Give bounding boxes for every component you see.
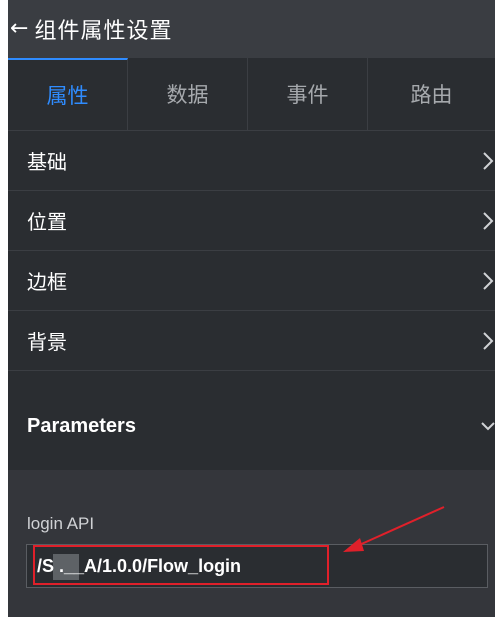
- component-properties-panel: ← 组件属性设置 属性 数据 事件 路由 基础 位置 边框 背景 Paramet…: [8, 0, 495, 617]
- annotation-arrow-icon: [343, 506, 445, 552]
